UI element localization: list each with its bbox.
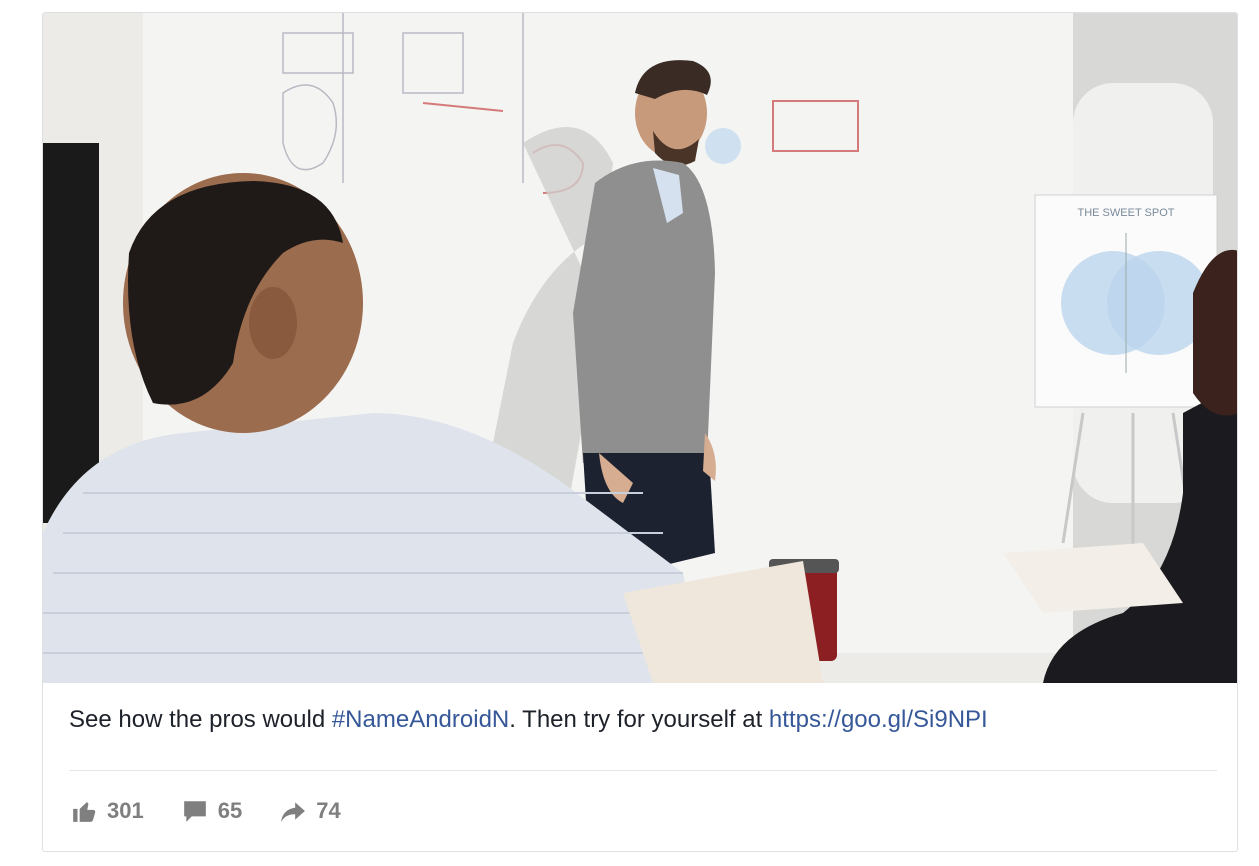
share-arrow-icon <box>280 798 306 824</box>
post-card: THE SWEET SPOT See how the pros would #N… <box>42 12 1238 852</box>
comment-icon <box>182 798 208 824</box>
caption-text: See how the pros would <box>69 706 332 733</box>
post-caption: See how the pros would #NameAndroidN. Th… <box>69 705 1209 735</box>
flipchart-title: THE SWEET SPOT <box>1078 207 1175 219</box>
comments-stat[interactable]: 65 <box>182 798 242 824</box>
likes-count: 301 <box>107 798 144 823</box>
caption-text-middle: . Then try for yourself at <box>509 706 769 733</box>
likes-stat[interactable]: 301 <box>71 798 144 824</box>
video-frame: THE SWEET SPOT <box>43 13 1237 683</box>
hashtag-link[interactable]: #NameAndroidN <box>332 706 509 733</box>
divider <box>69 770 1217 771</box>
thumbs-up-icon <box>71 798 97 824</box>
comments-count: 65 <box>217 798 243 823</box>
shares-stat[interactable]: 74 <box>280 798 341 824</box>
shares-count: 74 <box>316 798 341 823</box>
video-player[interactable]: THE SWEET SPOT <box>43 13 1237 683</box>
url-link[interactable]: https://goo.gl/Si9NPI <box>769 706 988 733</box>
engagement-stats: 301 65 74 <box>71 793 379 829</box>
